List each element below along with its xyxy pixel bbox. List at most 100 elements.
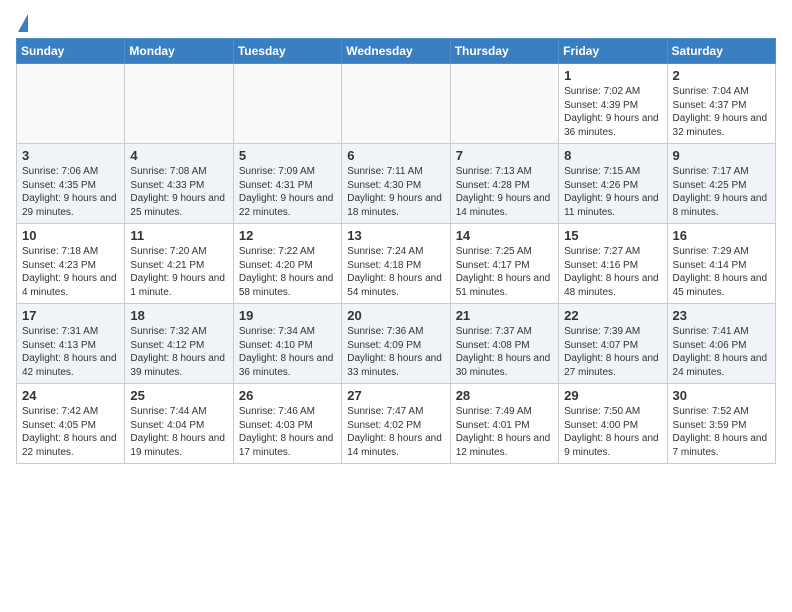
calendar-cell: 23Sunrise: 7:41 AM Sunset: 4:06 PM Dayli… [667,304,775,384]
day-info: Sunrise: 7:18 AM Sunset: 4:23 PM Dayligh… [22,245,119,299]
day-number: 12 [239,228,336,243]
day-number: 26 [239,388,336,403]
day-info: Sunrise: 7:25 AM Sunset: 4:17 PM Dayligh… [456,245,553,299]
day-number: 18 [130,308,227,323]
day-info: Sunrise: 7:22 AM Sunset: 4:20 PM Dayligh… [239,245,336,299]
calendar-cell: 8Sunrise: 7:15 AM Sunset: 4:26 PM Daylig… [559,144,667,224]
day-of-week-header: Tuesday [233,39,341,64]
calendar-cell: 12 Sunrise: 7:22 AM Sunset: 4:20 PM Dayli… [233,224,341,304]
day-info: Sunrise: 7:24 AM Sunset: 4:18 PM Dayligh… [347,245,444,299]
day-number: 10 [22,228,119,243]
header [16,16,776,30]
calendar-table: SundayMondayTuesdayWednesdayThursdayFrid… [16,38,776,464]
day-info: Sunrise: 7:36 AM Sunset: 4:09 PM Dayligh… [347,325,444,379]
day-info: Sunrise: 7:32 AM Sunset: 4:12 PM Dayligh… [130,325,227,379]
day-number: 24 [22,388,119,403]
calendar-cell: 1 Sunrise: 7:02 AM Sunset: 4:39 PM Daylig… [559,64,667,144]
day-number: 2 [673,68,770,83]
logo [16,16,28,30]
day-number: 20 [347,308,444,323]
day-of-week-header: Wednesday [342,39,450,64]
day-info: Sunrise: 7:37 AM Sunset: 4:08 PM Dayligh… [456,325,553,379]
day-info: Sunrise: 7:50 AM Sunset: 4:00 PM Dayligh… [564,405,661,459]
day-of-week-header: Friday [559,39,667,64]
day-info: Sunrise: 7:34 AM Sunset: 4:10 PM Dayligh… [239,325,336,379]
calendar-cell [342,64,450,144]
day-number: 7 [456,148,553,163]
day-number: 15 [564,228,661,243]
logo-triangle-icon [18,14,28,32]
day-info: Sunrise: 7:41 AM Sunset: 4:06 PM Dayligh… [673,325,770,379]
calendar-cell [17,64,125,144]
day-of-week-header: Saturday [667,39,775,64]
calendar-cell: 10 Sunrise: 7:18 AM Sunset: 4:23 PM Dayli… [17,224,125,304]
day-number: 4 [130,148,227,163]
day-number: 14 [456,228,553,243]
day-number: 9 [673,148,770,163]
day-number: 6 [347,148,444,163]
day-number: 19 [239,308,336,323]
calendar-cell: 24 Sunrise: 7:42 AM Sunset: 4:05 PM Dayli… [17,384,125,464]
calendar-cell: 18 Sunrise: 7:32 AM Sunset: 4:12 PM Dayli… [125,304,233,384]
calendar-cell [125,64,233,144]
calendar-cell: 7 Sunrise: 7:13 AM Sunset: 4:28 PM Daylig… [450,144,558,224]
calendar-cell: 26 Sunrise: 7:46 AM Sunset: 4:03 PM Dayli… [233,384,341,464]
calendar-cell: 16Sunrise: 7:29 AM Sunset: 4:14 PM Dayli… [667,224,775,304]
day-info: Sunrise: 7:04 AM Sunset: 4:37 PM Dayligh… [673,85,770,139]
day-number: 25 [130,388,227,403]
day-info: Sunrise: 7:11 AM Sunset: 4:30 PM Dayligh… [347,165,444,219]
calendar-cell: 5 Sunrise: 7:09 AM Sunset: 4:31 PM Daylig… [233,144,341,224]
day-of-week-header: Monday [125,39,233,64]
day-number: 5 [239,148,336,163]
calendar-cell: 2 Sunrise: 7:04 AM Sunset: 4:37 PM Daylig… [667,64,775,144]
calendar-cell: 6 Sunrise: 7:11 AM Sunset: 4:30 PM Daylig… [342,144,450,224]
calendar-body: 1 Sunrise: 7:02 AM Sunset: 4:39 PM Daylig… [17,64,776,464]
day-number: 13 [347,228,444,243]
day-info: Sunrise: 7:27 AM Sunset: 4:16 PM Dayligh… [564,245,661,299]
day-number: 3 [22,148,119,163]
day-info: Sunrise: 7:46 AM Sunset: 4:03 PM Dayligh… [239,405,336,459]
day-info: Sunrise: 7:17 AM Sunset: 4:25 PM Dayligh… [673,165,770,219]
calendar-cell: 15 Sunrise: 7:27 AM Sunset: 4:16 PM Dayli… [559,224,667,304]
day-info: Sunrise: 7:06 AM Sunset: 4:35 PM Dayligh… [22,165,119,219]
calendar-cell [233,64,341,144]
day-number: 11 [130,228,227,243]
calendar-cell: 4 Sunrise: 7:08 AM Sunset: 4:33 PM Daylig… [125,144,233,224]
calendar-cell: 21 Sunrise: 7:37 AM Sunset: 4:08 PM Dayli… [450,304,558,384]
calendar-week-row: 1 Sunrise: 7:02 AM Sunset: 4:39 PM Daylig… [17,64,776,144]
day-number: 29 [564,388,661,403]
day-info: Sunrise: 7:15 AM Sunset: 4:26 PM Dayligh… [564,165,661,219]
day-of-week-header: Sunday [17,39,125,64]
day-info: Sunrise: 7:39 AM Sunset: 4:07 PM Dayligh… [564,325,661,379]
calendar-cell: 14 Sunrise: 7:25 AM Sunset: 4:17 PM Dayli… [450,224,558,304]
day-info: Sunrise: 7:02 AM Sunset: 4:39 PM Dayligh… [564,85,661,139]
calendar-cell: 13 Sunrise: 7:24 AM Sunset: 4:18 PM Dayli… [342,224,450,304]
day-info: Sunrise: 7:09 AM Sunset: 4:31 PM Dayligh… [239,165,336,219]
calendar-cell: 3 Sunrise: 7:06 AM Sunset: 4:35 PM Daylig… [17,144,125,224]
day-number: 17 [22,308,119,323]
day-number: 30 [673,388,770,403]
calendar-cell [450,64,558,144]
calendar-cell: 25 Sunrise: 7:44 AM Sunset: 4:04 PM Dayli… [125,384,233,464]
day-info: Sunrise: 7:20 AM Sunset: 4:21 PM Dayligh… [130,245,227,299]
day-number: 1 [564,68,661,83]
day-info: Sunrise: 7:49 AM Sunset: 4:01 PM Dayligh… [456,405,553,459]
day-number: 22 [564,308,661,323]
day-info: Sunrise: 7:31 AM Sunset: 4:13 PM Dayligh… [22,325,119,379]
day-of-week-header: Thursday [450,39,558,64]
calendar-cell: 29 Sunrise: 7:50 AM Sunset: 4:00 PM Dayli… [559,384,667,464]
day-info: Sunrise: 7:08 AM Sunset: 4:33 PM Dayligh… [130,165,227,219]
day-info: Sunrise: 7:13 AM Sunset: 4:28 PM Dayligh… [456,165,553,219]
calendar-cell: 30Sunrise: 7:52 AM Sunset: 3:59 PM Dayli… [667,384,775,464]
day-number: 21 [456,308,553,323]
calendar-cell: 22 Sunrise: 7:39 AM Sunset: 4:07 PM Dayli… [559,304,667,384]
day-number: 28 [456,388,553,403]
day-info: Sunrise: 7:44 AM Sunset: 4:04 PM Dayligh… [130,405,227,459]
calendar-cell: 20 Sunrise: 7:36 AM Sunset: 4:09 PM Dayli… [342,304,450,384]
calendar-week-row: 3 Sunrise: 7:06 AM Sunset: 4:35 PM Daylig… [17,144,776,224]
calendar-cell: 9 Sunrise: 7:17 AM Sunset: 4:25 PM Daylig… [667,144,775,224]
day-info: Sunrise: 7:42 AM Sunset: 4:05 PM Dayligh… [22,405,119,459]
calendar-cell: 11 Sunrise: 7:20 AM Sunset: 4:21 PM Dayli… [125,224,233,304]
calendar-cell: 27Sunrise: 7:47 AM Sunset: 4:02 PM Dayli… [342,384,450,464]
day-info: Sunrise: 7:47 AM Sunset: 4:02 PM Dayligh… [347,405,444,459]
